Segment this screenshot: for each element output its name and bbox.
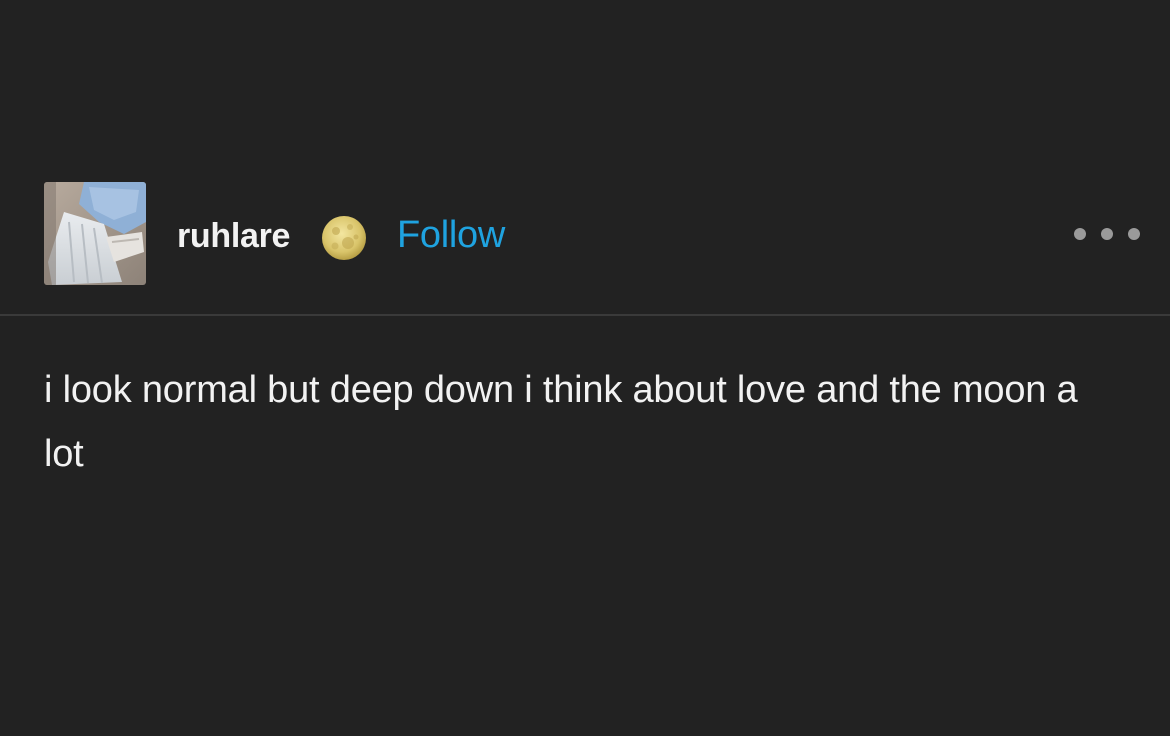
post-header: ruhlare Follow	[0, 180, 1170, 288]
avatar[interactable]	[44, 182, 146, 285]
post-page: ruhlare Follow i look normal but deep do…	[0, 0, 1170, 736]
username[interactable]: ruhlare	[177, 216, 290, 256]
header-divider	[0, 314, 1170, 316]
dot	[1101, 228, 1113, 240]
moon-icon	[321, 215, 367, 261]
avatar-photo-image	[44, 182, 146, 285]
post-body-text: i look normal but deep down i think abou…	[44, 369, 1078, 475]
dot	[1074, 228, 1086, 240]
more-dots-icon[interactable]	[1074, 224, 1140, 244]
follow-button[interactable]: Follow	[397, 213, 505, 257]
dot	[1128, 228, 1140, 240]
